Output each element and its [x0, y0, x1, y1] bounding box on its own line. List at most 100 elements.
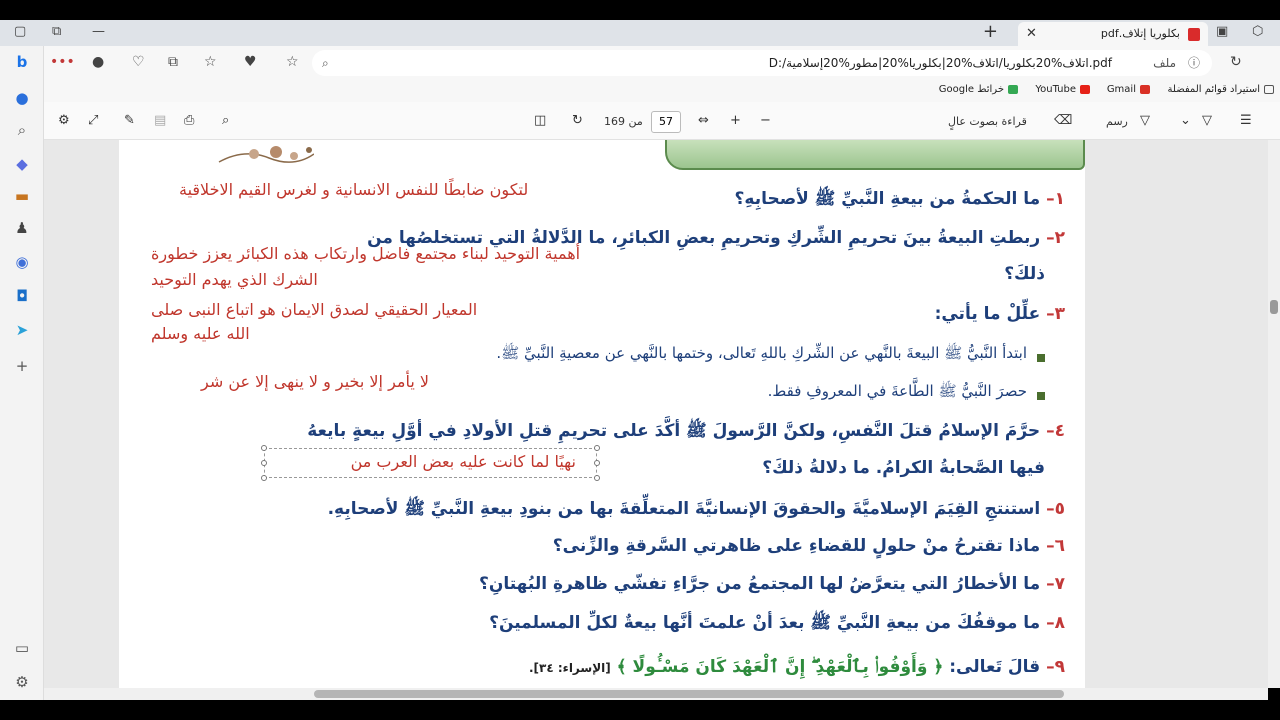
tab-actions-icon[interactable]: ⧉	[52, 24, 61, 39]
answer-3-line-2: الله عليه وسلم	[151, 324, 250, 343]
question-7: ٧– ما الأخطارُ التي يتعرَّضُ لها المجتمع…	[478, 574, 1065, 594]
scroll-thumb[interactable]	[314, 690, 1064, 698]
bullet-icon	[1037, 354, 1045, 362]
collections-button-icon[interactable]: ⧉	[168, 54, 178, 70]
answer-1: لتكون ضابطًا للنفس الانسانية و لغرس القي…	[179, 180, 529, 199]
answer-3b: لا يأمر إلا بخير و لا ينهى إلا عن شر	[201, 372, 430, 391]
favorites-icon[interactable]: ☆	[204, 54, 217, 70]
read-aloud-button[interactable]: قراءة بصوت عالٍ	[948, 115, 1027, 128]
profile-avatar[interactable]: ●	[92, 54, 104, 70]
add-favorite-icon[interactable]: ☆	[286, 54, 299, 70]
bookmark-import[interactable]: استيراد قوائم المفضلة	[1168, 84, 1274, 95]
bookmark-google-maps[interactable]: خرائط Google	[939, 84, 1018, 95]
bullet-icon	[1037, 392, 1045, 400]
settings-icon[interactable]: ⚙	[12, 672, 32, 692]
zoom-icon[interactable]: ⌕	[322, 50, 329, 76]
m365-icon[interactable]: ◉	[12, 252, 32, 272]
question-8: ٨– ما موقفُكَ من بيعةِ النَّبيِّ ﷺ بعدَ …	[489, 613, 1065, 633]
resize-handle[interactable]	[594, 475, 600, 481]
answer-3-line-1: المعيار الحقيقي لصدق الايمان هو اتباع ال…	[151, 300, 478, 319]
zoom-out-icon[interactable]: −	[760, 113, 771, 128]
contents-icon[interactable]: ☰	[1240, 113, 1252, 128]
send-icon[interactable]: ➤	[12, 320, 32, 340]
screen-top-bar	[0, 0, 1280, 20]
resize-handle[interactable]	[261, 445, 267, 451]
bookmark-gmail[interactable]: Gmail	[1107, 84, 1150, 95]
verse-reference: [الإسراء: ٣٤].	[529, 661, 611, 675]
chevron-down-icon[interactable]: ⌄	[1180, 113, 1191, 128]
rotate-icon[interactable]: ↻	[572, 113, 583, 128]
maps-icon	[1008, 84, 1018, 94]
horizontal-scrollbar[interactable]	[44, 688, 1268, 700]
games-icon[interactable]: ♟	[12, 218, 32, 238]
fullscreen-icon[interactable]: ⤢	[88, 113, 98, 128]
question-1: ١– ما الحكمةُ من بيعةِ النَّبيِّ ﷺ لأصحا…	[734, 189, 1065, 209]
tab-search-icon[interactable]: ▣	[1216, 24, 1228, 39]
save-icon[interactable]: ▤	[154, 113, 166, 128]
tab-title: بكلوريا إتلاف.pdf	[1100, 27, 1180, 40]
question-9: ٩– قالَ تَعالى: ﴿ وَأَوْفُوا۟ بِٱلْعَهْد…	[529, 657, 1065, 677]
import-icon	[1264, 84, 1274, 94]
bell-icon[interactable]: ●	[12, 88, 32, 108]
resize-handle[interactable]	[594, 460, 600, 466]
workspaces-icon[interactable]: ▢	[14, 24, 26, 39]
draw-button[interactable]: رسم	[1106, 115, 1128, 128]
file-label: ملف	[1153, 56, 1176, 70]
question-2-line-2: ذلكَ؟	[1004, 264, 1045, 284]
page-count: من 169	[604, 115, 643, 128]
refresh-icon[interactable]: ↻	[1230, 54, 1242, 70]
pdf-toolbar: ⚙ ⤢ ✎ ▤ ⎙ ⌕ ◫ ↻ من 169 57 ⇔ + − قراءة بص…	[44, 102, 1280, 140]
tab-close-button[interactable]: ✕	[1026, 22, 1037, 46]
answer-2-line-1: أهمية التوحيد لبناء مجتمع فاضل وارتكاب ه…	[151, 244, 581, 263]
sidebar-toggle-icon[interactable]: ▭	[12, 638, 32, 658]
add-icon[interactable]: +	[12, 356, 32, 376]
floral-ornament-icon	[218, 146, 314, 163]
fit-page-icon[interactable]: ⇔	[698, 113, 709, 128]
briefcase-icon[interactable]: ▬	[12, 186, 32, 206]
bookmark-youtube[interactable]: YouTube	[1035, 84, 1090, 95]
highlight-icon[interactable]: ▽	[1202, 113, 1212, 128]
vertical-tabs-icon[interactable]: —	[92, 24, 105, 39]
screen-bottom-bar	[0, 700, 1280, 720]
tag-icon[interactable]: ◆	[12, 154, 32, 174]
section-header-band	[665, 140, 1085, 170]
collections-icon[interactable]: ⬡	[1252, 24, 1263, 39]
quran-verse: ﴿ وَأَوْفُوا۟ بِٱلْعَهْدِ ۖ إِنَّ ٱلْعَه…	[616, 657, 944, 677]
eraser-icon[interactable]: ⌫	[1054, 113, 1072, 128]
copilot-icon[interactable]: b	[12, 52, 32, 72]
draw-icon[interactable]: ▽	[1140, 113, 1150, 128]
resize-handle[interactable]	[261, 475, 267, 481]
pdf-icon	[1188, 28, 1200, 41]
answer-4: نهيًا لما كانت عليه بعض العرب من	[350, 452, 576, 471]
settings-icon[interactable]: ⚙	[58, 113, 70, 128]
info-icon[interactable]: ⓘ	[1188, 50, 1200, 76]
favorites-bar: استيراد قوائم المفضلة Gmail YouTube خرائ…	[44, 80, 1280, 102]
question-4-line-1: ٤– حرَّمَ الإسلامُ قتلَ النَّفسِ، ولكنَّ…	[307, 421, 1065, 441]
zoom-in-icon[interactable]: +	[730, 113, 741, 128]
heart-icon[interactable]: ♡	[132, 54, 145, 70]
new-tab-button[interactable]: +	[983, 22, 998, 42]
tab-strip: ▢ ⧉ — + بكلوريا إتلاف.pdf ✕ ▣ ⬡	[0, 20, 1280, 46]
question-4-line-2: فيها الصَّحابةُ الكرامُ. ما دلالةُ ذلكَ؟	[762, 458, 1045, 478]
save-as-icon[interactable]: ✎	[124, 113, 135, 128]
answer-text-box[interactable]: نهيًا لما كانت عليه بعض العرب من	[261, 445, 600, 481]
outlook-icon[interactable]: ◘	[12, 286, 32, 306]
page-view-icon[interactable]: ◫	[534, 113, 546, 128]
browser-essentials-icon[interactable]: ♥	[244, 54, 257, 70]
find-icon[interactable]: ⌕	[222, 113, 229, 128]
pdf-viewer[interactable]: ١– ما الحكمةُ من بيعةِ النَّبيِّ ﷺ لأصحا…	[44, 140, 1268, 688]
tab-pdf[interactable]: بكلوريا إتلاف.pdf ✕	[1018, 22, 1208, 46]
resize-handle[interactable]	[261, 460, 267, 466]
extension-icon[interactable]: •••	[50, 54, 75, 70]
search-icon[interactable]: ⌕	[12, 120, 32, 140]
page-number-input[interactable]: 57	[651, 111, 681, 133]
vertical-scrollbar[interactable]	[1268, 140, 1280, 688]
url-text: D:/اتلاف%20بكلوريا/اتلاف%20|بكلوريا%20|م…	[768, 56, 1112, 70]
bullet-item-1: ابتدأ النَّبيُّ ﷺ البيعةَ بالنَّهي عن ال…	[496, 344, 1027, 362]
scroll-thumb[interactable]	[1270, 300, 1278, 314]
bullet-item-2: حصرَ النَّبيُّ ﷺ الطَّاعةَ في المعروفِ ف…	[767, 382, 1027, 400]
resize-handle[interactable]	[594, 445, 600, 451]
print-icon[interactable]: ⎙	[184, 113, 194, 128]
pdf-page: ١– ما الحكمةُ من بيعةِ النَّبيِّ ﷺ لأصحا…	[119, 140, 1085, 688]
url-input[interactable]: ⌕ D:/اتلاف%20بكلوريا/اتلاف%20|بكلوريا%20…	[312, 50, 1212, 76]
